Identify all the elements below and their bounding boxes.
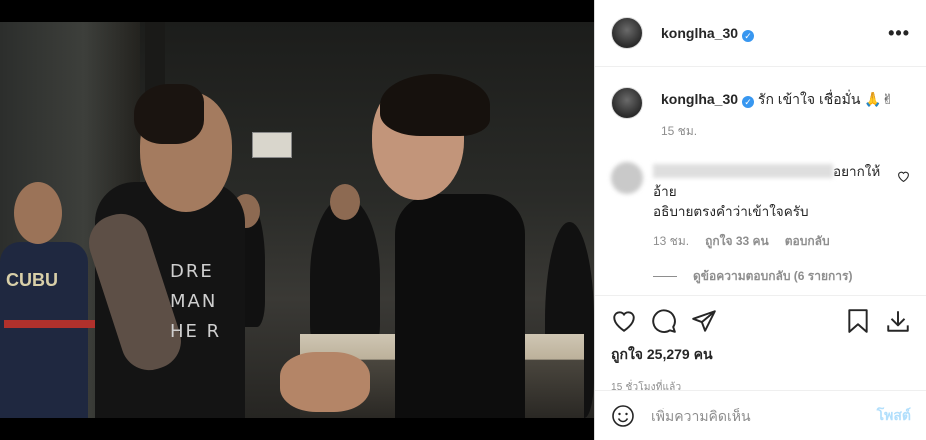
left-shirt-text: CUBU	[6, 270, 58, 290]
like-heart-icon[interactable]	[611, 308, 637, 334]
post-side-panel: konglha_30 ✓ ••• konglha_30 ✓ รัก เข้าใจ เ…	[594, 0, 926, 440]
likes-count[interactable]: ถูกใจ 25,279 คน	[611, 344, 911, 366]
comment-meta: 13 ชม. ถูกใจ 33 คน ตอบกลับ	[653, 232, 910, 251]
wall-sign	[252, 132, 292, 158]
handshake	[280, 352, 370, 412]
emoji-icon[interactable]	[611, 404, 635, 428]
comment-avatar[interactable]	[611, 162, 643, 194]
comment-likes[interactable]: ถูกใจ 33 คน	[705, 232, 769, 251]
view-replies-button[interactable]: ดูข้อความตอบกลับ (6 รายการ)	[653, 267, 910, 286]
bookmark-icon[interactable]	[845, 308, 871, 334]
comment-username-blurred[interactable]	[653, 164, 833, 178]
comment-time: 13 ชม.	[653, 234, 690, 248]
avatar[interactable]	[611, 17, 643, 49]
caption-text: รัก เข้าใจ เชื่อมั่น 🙏✌	[757, 91, 894, 107]
caption-username[interactable]: konglha_30	[661, 91, 738, 107]
post-comment-button[interactable]: โพสต์	[877, 405, 911, 427]
post-photo[interactable]: CUBU DRE MAN HE R	[0, 22, 594, 418]
comment-icon[interactable]	[651, 308, 677, 334]
caption: konglha_30 ✓ รัก เข้าใจ เชื่อมั่น 🙏✌ 15 ช…	[611, 87, 910, 140]
download-icon[interactable]	[885, 308, 911, 334]
post-actions: ถูกใจ 25,279 คน 15 ชั่วโมงที่แล้ว	[595, 295, 926, 395]
share-icon[interactable]	[691, 308, 717, 334]
add-comment-bar: โพสต์	[595, 390, 926, 440]
comment-input[interactable]	[651, 407, 877, 424]
comment-reply-button[interactable]: ตอบกลับ	[785, 232, 830, 251]
comment-text-line2: อธิบายตรงคำว่าเข้าใจครับ	[653, 204, 809, 219]
post-header: konglha_30 ✓ •••	[595, 0, 926, 67]
comments-area[interactable]: konglha_30 ✓ รัก เข้าใจ เชื่อมั่น 🙏✌ 15 ช…	[595, 67, 926, 295]
caption-avatar[interactable]	[611, 87, 643, 119]
caption-time: 15 ชม.	[661, 124, 698, 138]
verified-badge-icon: ✓	[742, 96, 755, 108]
shirt-print-text: DRE MAN HE R	[170, 261, 222, 342]
verified-badge-icon: ✓	[742, 29, 755, 42]
header-username[interactable]: konglha_30 ✓	[661, 25, 755, 42]
more-options-icon[interactable]: •••	[888, 23, 910, 44]
comment-like-heart-icon[interactable]	[897, 162, 910, 222]
comment-item: อยากให้อ้าย อธิบายตรงคำว่าเข้าใจครับ	[611, 162, 910, 222]
